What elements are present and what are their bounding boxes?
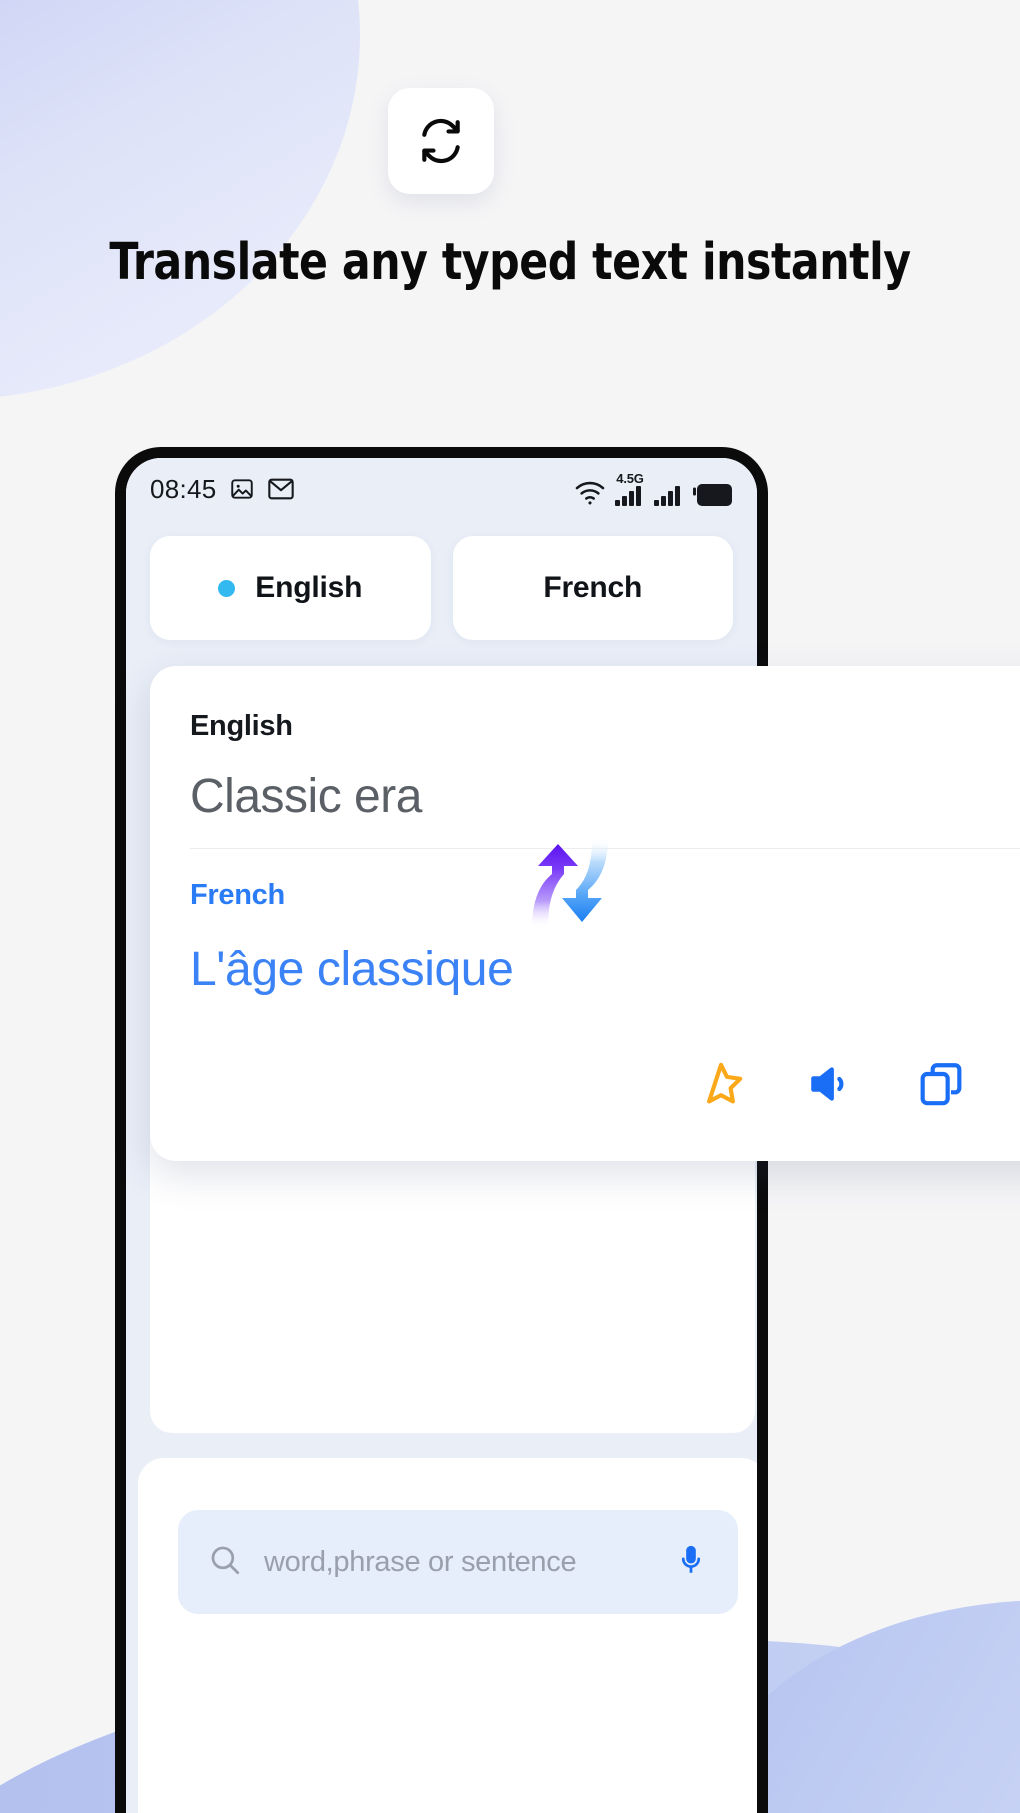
language-selector: English French xyxy=(126,536,757,640)
image-icon xyxy=(229,476,255,502)
signal-bars-secondary-icon xyxy=(654,486,684,506)
active-language-dot xyxy=(218,579,236,597)
search-input-placeholder: word,phrase or sentence xyxy=(264,1545,577,1578)
search-icon xyxy=(208,1543,242,1582)
source-language-label: English xyxy=(190,710,293,742)
status-bar-clock: 08:45 xyxy=(150,473,217,504)
card-action-bar xyxy=(696,1059,1020,1109)
status-bar: 08:45 4.5G xyxy=(126,458,757,520)
input-panel: word,phrase or sentence xyxy=(138,1458,757,1813)
page-title: Translate any typed text instantly xyxy=(109,233,911,292)
status-bar-left: 08:45 xyxy=(150,474,295,505)
search-input[interactable]: word,phrase or sentence xyxy=(178,1510,738,1614)
star-icon[interactable] xyxy=(696,1059,746,1109)
battery-icon xyxy=(693,484,733,506)
language-tab-source[interactable]: English xyxy=(150,536,431,640)
card-divider xyxy=(190,848,1020,849)
target-language-label: French xyxy=(190,879,285,911)
language-tab-target[interactable]: French xyxy=(452,536,733,640)
wifi-icon xyxy=(574,480,606,506)
microphone-icon[interactable] xyxy=(674,1543,708,1582)
source-text: Classic era xyxy=(190,770,422,823)
app-badge xyxy=(388,88,494,194)
target-text: L'âge classique xyxy=(190,943,514,996)
status-bar-right: 4.5G xyxy=(574,472,733,506)
refresh-swap-icon xyxy=(416,116,466,166)
envelope-icon xyxy=(267,476,295,502)
translation-result-card[interactable]: English Classic era French L'âge classiq… xyxy=(150,666,1020,1161)
speaker-icon[interactable] xyxy=(806,1059,856,1109)
language-tab-source-label: English xyxy=(255,571,363,604)
language-tab-target-label: French xyxy=(543,571,643,604)
copy-icon[interactable] xyxy=(916,1059,966,1109)
background-blob-top xyxy=(0,0,360,400)
onboarding-screen: Translate any typed text instantly 08:45 xyxy=(0,0,1020,1813)
network-type-label: 4.5G xyxy=(616,471,644,486)
signal-bars-icon: 4.5G xyxy=(615,472,645,506)
